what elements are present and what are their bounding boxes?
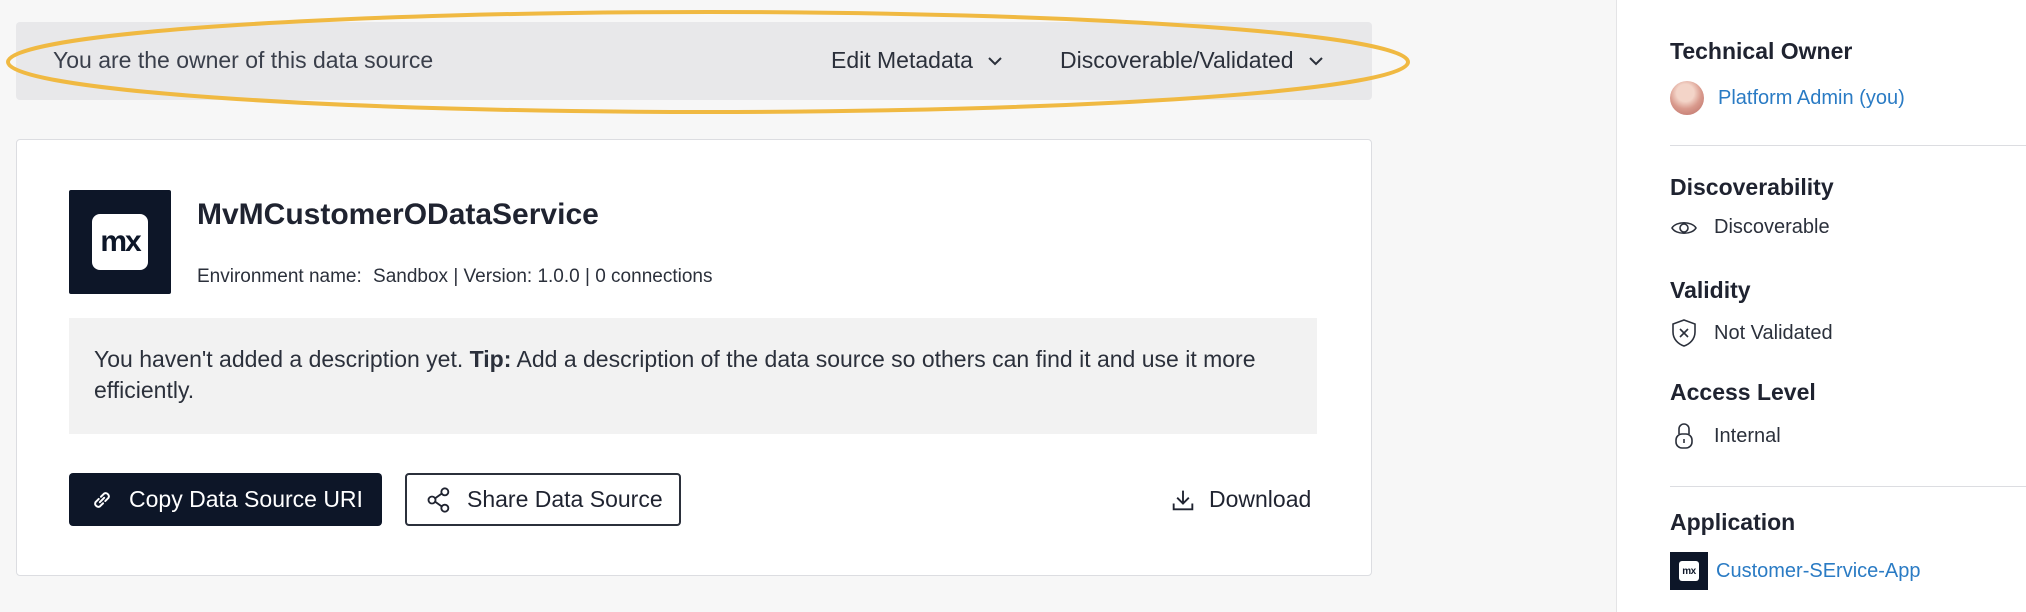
- sidebar-divider: [1670, 145, 2026, 146]
- data-source-card: mx MvMCustomerODataService Environment n…: [16, 139, 1372, 576]
- application-logo: mx: [1670, 552, 1708, 590]
- data-source-meta: Environment name: Sandbox | Version: 1.0…: [197, 266, 712, 288]
- validity-value: Not Validated: [1714, 321, 1833, 344]
- owner-link[interactable]: Platform Admin (you): [1718, 87, 1905, 110]
- eye-icon: [1671, 221, 1697, 234]
- main-content: You are the owner of this data source Ed…: [0, 0, 1616, 612]
- validity-row: Not Validated: [1670, 318, 1833, 348]
- application-link[interactable]: Customer-SErvice-App: [1716, 560, 1921, 583]
- technical-owner-heading: Technical Owner: [1670, 38, 1853, 64]
- validity-heading: Validity: [1670, 277, 1751, 303]
- mendix-logo: mx: [69, 190, 171, 294]
- owner-bar: You are the owner of this data source Ed…: [16, 22, 1372, 100]
- edit-metadata-dropdown[interactable]: Edit Metadata: [831, 47, 1003, 74]
- application-logo-mark: mx: [1679, 561, 1699, 581]
- shield-x-icon: [1672, 319, 1696, 347]
- lock-icon: [1675, 423, 1693, 449]
- download-button[interactable]: Download: [1169, 473, 1329, 526]
- environment-label: Environment name:: [197, 266, 362, 287]
- share-data-source-button[interactable]: Share Data Source: [405, 473, 681, 526]
- application-heading: Application: [1670, 509, 1796, 535]
- sidebar-divider: [1670, 486, 2026, 487]
- application-row: mx Customer-SErvice-App: [1670, 552, 1921, 590]
- share-icon: [427, 486, 450, 513]
- description-box: You haven't added a description yet. Tip…: [69, 318, 1317, 434]
- description-prefix: You haven't added a description yet.: [94, 346, 470, 372]
- share-label: Share Data Source: [467, 486, 663, 512]
- technical-owner-row: Platform Admin (you): [1670, 81, 1905, 115]
- tip-label: Tip:: [469, 346, 512, 372]
- copy-uri-button[interactable]: Copy Data Source URI: [69, 473, 382, 526]
- data-source-title: MvMCustomerODataService: [197, 198, 599, 231]
- copy-uri-label: Copy Data Source URI: [129, 486, 363, 512]
- edit-metadata-label: Edit Metadata: [831, 47, 973, 73]
- owner-notice: You are the owner of this data source: [53, 47, 434, 73]
- access-level-heading: Access Level: [1670, 379, 1816, 405]
- environment-value: Sandbox | Version: 1.0.0 | 0 connections: [373, 266, 713, 287]
- status-dropdown[interactable]: Discoverable/Validated: [1060, 47, 1324, 74]
- chevron-down-icon: [1308, 56, 1323, 65]
- chevron-down-icon: [988, 56, 1002, 65]
- download-icon: [1172, 490, 1194, 510]
- mendix-logo-mark: mx: [92, 214, 148, 270]
- access-level-value: Internal: [1714, 424, 1781, 447]
- link-icon: [94, 491, 110, 508]
- details-sidebar: Technical Owner Platform Admin (you) Dis…: [1616, 0, 2026, 612]
- page: You are the owner of this data source Ed…: [0, 0, 2026, 612]
- discoverability-value: Discoverable: [1714, 216, 1830, 238]
- status-dropdown-label: Discoverable/Validated: [1060, 47, 1294, 73]
- download-label: Download: [1209, 486, 1312, 512]
- access-level-row: Internal: [1670, 421, 1781, 451]
- discoverability-heading: Discoverability: [1670, 174, 1834, 200]
- avatar: [1670, 81, 1704, 115]
- discoverability-row: Discoverable: [1670, 216, 1830, 239]
